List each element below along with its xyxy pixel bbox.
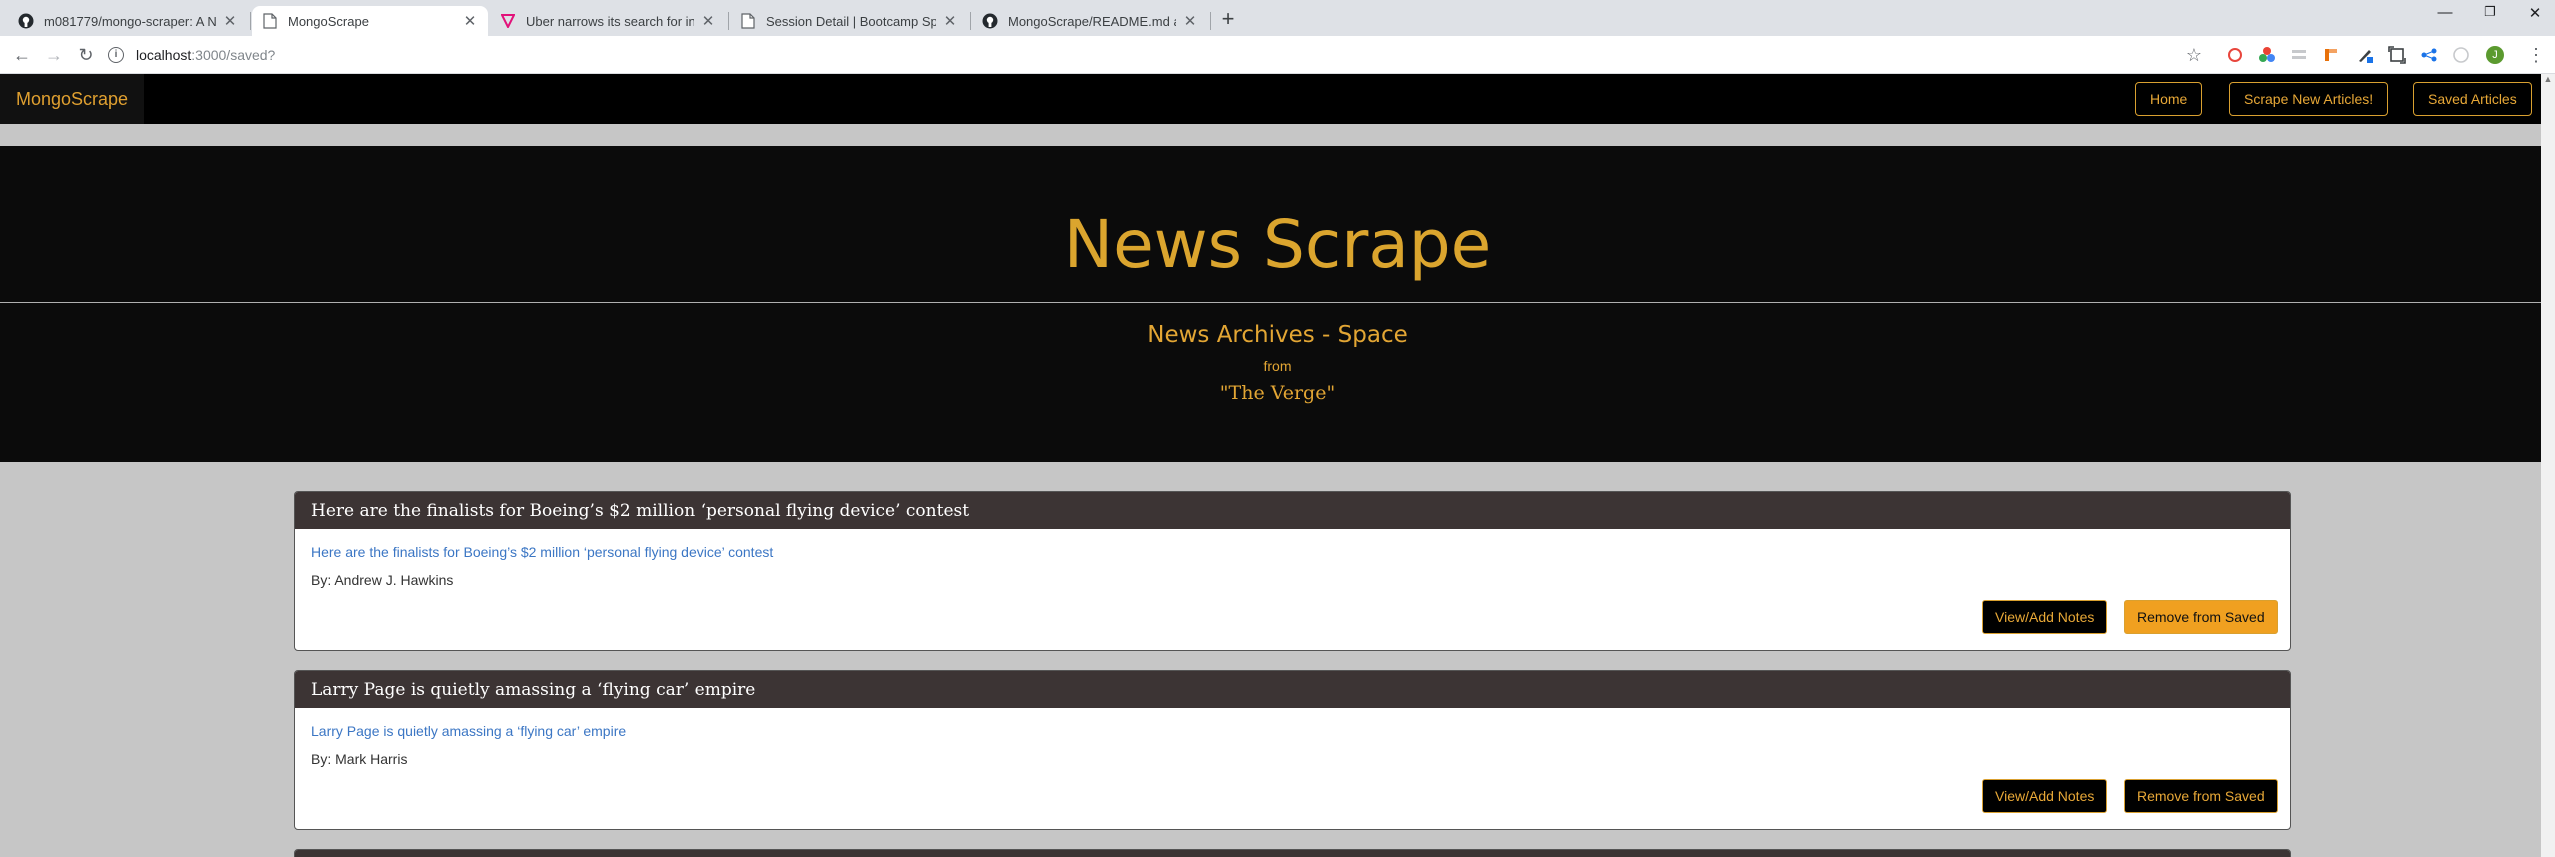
article-card-partial — [294, 849, 2291, 857]
new-tab-button[interactable]: + — [1216, 8, 1240, 32]
tab-title: Session Detail | Bootcamp Spot — [766, 13, 936, 29]
bookmark-star-icon[interactable]: ☆ — [2182, 43, 2206, 67]
article-headline: Larry Page is quietly amassing a ‘flying… — [295, 671, 2290, 708]
hero-jumbotron: News Scrape News Archives - Space from "… — [0, 146, 2555, 462]
tab-divider — [1210, 12, 1211, 30]
screenshot-extension-icon[interactable] — [2388, 46, 2406, 64]
reload-icon[interactable]: ↻ — [74, 43, 98, 67]
view-add-notes-button[interactable]: View/Add Notes — [1982, 779, 2108, 813]
site-info-icon[interactable]: i — [108, 47, 124, 63]
minimize-window-icon[interactable]: — — [2425, 4, 2465, 28]
hero-divider — [0, 302, 2555, 303]
address-path: :3000/saved? — [191, 47, 276, 63]
saved-articles-button[interactable]: Saved Articles — [2413, 82, 2532, 116]
github-icon — [18, 13, 34, 29]
view-add-notes-button[interactable]: View/Add Notes — [1982, 600, 2108, 634]
tab-divider — [728, 12, 729, 30]
verge-icon — [500, 13, 516, 29]
color-picker-extension-icon[interactable] — [2258, 46, 2276, 64]
extension-icon-3[interactable] — [2290, 46, 2308, 64]
browser-toolbar: ← → ↻ i localhost:3000/saved? ☆ J ⋮ — [0, 36, 2555, 74]
remove-from-saved-button[interactable]: Remove from Saved — [2124, 779, 2278, 813]
close-tab-icon[interactable]: ✕ — [462, 12, 478, 30]
app-navbar: MongoScrape Home Scrape New Articles! Sa… — [0, 74, 2555, 124]
tab-title: MongoScrape/README.md at m — [1008, 13, 1176, 29]
article-byline: By: Andrew J. Hawkins — [311, 572, 454, 588]
forward-arrow-icon[interactable]: → — [42, 43, 66, 67]
hero-subtitle: News Archives - Space — [1147, 322, 1408, 348]
close-tab-icon[interactable]: ✕ — [942, 12, 958, 30]
github-icon — [982, 13, 998, 29]
page-icon — [262, 13, 278, 29]
address-bar[interactable]: i localhost:3000/saved? — [108, 40, 2188, 70]
article-headline — [295, 850, 2290, 857]
browser-tab-github-repo[interactable]: m081779/mongo-scraper: A NYT ✕ — [8, 6, 248, 36]
home-button[interactable]: Home — [2135, 82, 2203, 116]
close-tab-icon[interactable]: ✕ — [1182, 12, 1198, 30]
extension-icon-4[interactable] — [2322, 46, 2340, 64]
article-headline: Here are the finalists for Boeing’s $2 m… — [295, 492, 2290, 529]
close-window-icon[interactable]: ✕ — [2515, 4, 2555, 28]
tab-title: MongoScrape — [288, 13, 369, 29]
tab-title: Uber narrows its search for inter — [526, 13, 694, 29]
pen-extension-icon[interactable] — [2356, 46, 2374, 64]
back-arrow-icon[interactable]: ← — [10, 43, 34, 67]
article-link[interactable]: Here are the finalists for Boeing’s $2 m… — [311, 544, 773, 560]
article-card: Larry Page is quietly amassing a ‘flying… — [294, 670, 2291, 830]
restore-window-icon[interactable]: ❐ — [2470, 4, 2510, 28]
article-card: Here are the finalists for Boeing’s $2 m… — [294, 491, 2291, 651]
browser-tab-mongoscrape[interactable]: MongoScrape ✕ — [252, 6, 488, 36]
close-tab-icon[interactable]: ✕ — [700, 12, 716, 30]
browser-menu-icon[interactable]: ⋮ — [2524, 43, 2548, 67]
hero-source: "The Verge" — [1219, 382, 1336, 404]
page-icon — [740, 13, 756, 29]
extension-icon-1[interactable] — [2226, 46, 2244, 64]
article-byline: By: Mark Harris — [311, 751, 408, 767]
browser-tab-verge[interactable]: Uber narrows its search for inter ✕ — [490, 6, 726, 36]
hero-from-label: from — [1263, 358, 1292, 374]
browser-tab-bootcamp[interactable]: Session Detail | Bootcamp Spot ✕ — [730, 6, 968, 36]
page-scrollbar[interactable]: ▲ — [2541, 74, 2555, 857]
address-host: localhost — [136, 47, 192, 63]
scroll-up-arrow-icon[interactable]: ▲ — [2541, 74, 2555, 88]
browser-tab-strip: m081779/mongo-scraper: A NYT ✕ MongoScra… — [0, 0, 2555, 36]
close-tab-icon[interactable]: ✕ — [222, 12, 238, 30]
page-viewport: MongoScrape Home Scrape New Articles! Sa… — [0, 74, 2555, 857]
page-title: News Scrape — [1063, 206, 1492, 283]
extension-icon-8[interactable] — [2452, 46, 2470, 64]
scrape-new-articles-button[interactable]: Scrape New Articles! — [2229, 82, 2389, 116]
browser-tab-readme[interactable]: MongoScrape/README.md at m ✕ — [972, 6, 1208, 36]
tab-divider — [970, 12, 971, 30]
remove-from-saved-button[interactable]: Remove from Saved — [2124, 600, 2278, 634]
tab-title: m081779/mongo-scraper: A NYT — [44, 13, 216, 29]
profile-avatar[interactable]: J — [2486, 46, 2504, 64]
article-link[interactable]: Larry Page is quietly amassing a ‘flying… — [311, 723, 626, 739]
navbar-brand[interactable]: MongoScrape — [0, 74, 145, 124]
tab-divider — [250, 12, 251, 30]
network-extension-icon[interactable] — [2420, 46, 2438, 64]
